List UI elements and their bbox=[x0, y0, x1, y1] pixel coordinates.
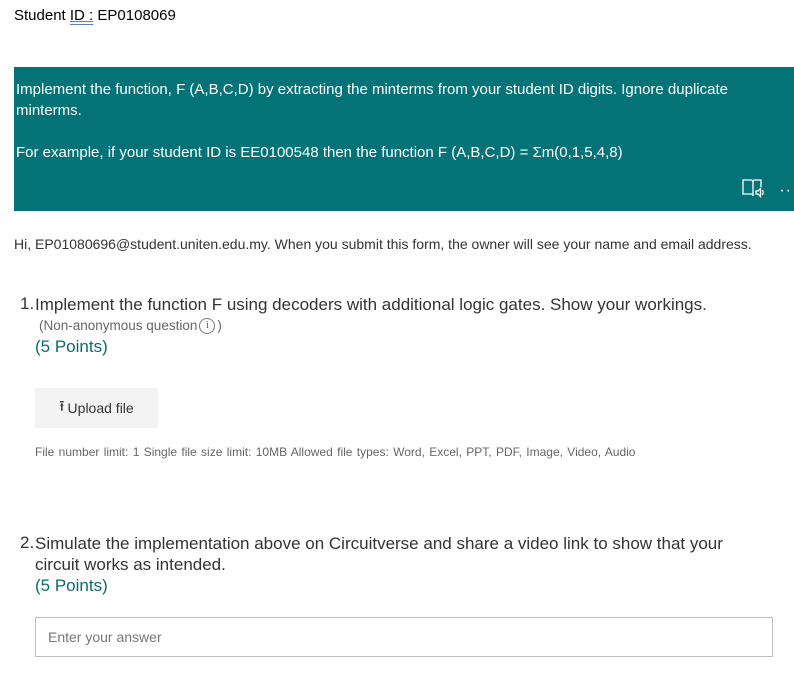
non-anonymous-note: (Non-anonymous question i ) bbox=[39, 315, 755, 336]
question-1: 1. Implement the function F using decode… bbox=[20, 294, 707, 356]
account-notice: Hi, EP01080696@student.uniten.edu.my. Wh… bbox=[14, 236, 752, 252]
question-points: (5 Points) bbox=[35, 337, 108, 356]
question-text-line2: circuit works as intended. bbox=[35, 555, 226, 574]
banner-example: For example, if your student ID is EE010… bbox=[16, 144, 623, 161]
non-anonymous-label: (Non-anonymous question bbox=[39, 318, 198, 333]
form-description-banner: Implement the function, F (A,B,C,D) by e… bbox=[14, 67, 794, 211]
question-number: 1. bbox=[20, 294, 35, 313]
question-2: 2. Simulate the implementation above on … bbox=[20, 533, 723, 595]
student-id-header: Student ID : EP0108069 bbox=[14, 7, 176, 24]
upload-icon: ⭱ bbox=[59, 397, 65, 415]
student-label: Student bbox=[14, 7, 66, 24]
question-text: Implement the function F using decoders … bbox=[35, 295, 707, 314]
id-label: ID : bbox=[69, 7, 94, 24]
more-options-icon[interactable]: ·· bbox=[779, 183, 792, 199]
immersive-reader-icon[interactable] bbox=[741, 177, 765, 205]
student-id-value: EP0108069 bbox=[97, 7, 176, 24]
info-icon[interactable]: i bbox=[199, 317, 216, 334]
banner-instruction: Implement the function, F (A,B,C,D) by e… bbox=[16, 81, 728, 119]
upload-file-button[interactable]: ⭱ Upload file bbox=[35, 388, 158, 428]
answer-input[interactable] bbox=[35, 617, 773, 657]
file-limits-info: File number limit: 1 Single file size li… bbox=[35, 445, 636, 459]
question-text-line1: Simulate the implementation above on Cir… bbox=[35, 534, 723, 553]
question-number: 2. bbox=[20, 533, 35, 552]
banner-toolbar: ·· bbox=[741, 177, 792, 205]
non-anonymous-close: ) bbox=[217, 318, 222, 333]
question-points: (5 Points) bbox=[35, 576, 108, 595]
upload-label: Upload file bbox=[67, 400, 134, 416]
